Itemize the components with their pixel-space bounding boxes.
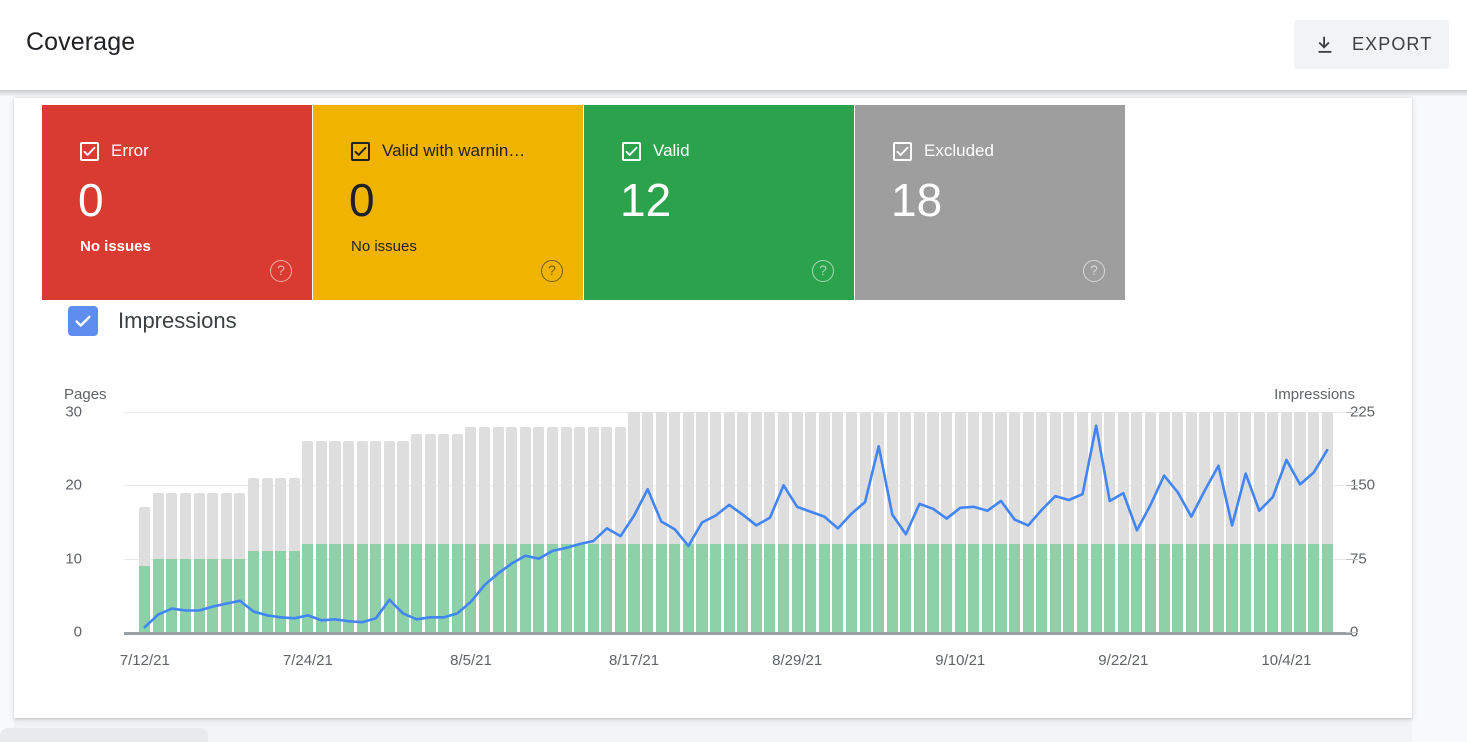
status-card-label: Valid [653,141,690,160]
app-root: Coverage EXPORT Error 0 No issues? Valid wi… [0,0,1467,742]
y-tick-left: 20 [65,476,82,494]
status-card-label: Error [111,141,149,160]
status-card-sublabel: No issues [80,238,151,255]
x-tick-label: 7/24/21 [282,652,333,669]
impressions-line [138,412,1334,632]
status-card-label: Excluded [924,141,994,160]
tick-mark [1346,412,1358,413]
export-button-label: EXPORT [1352,34,1433,54]
status-card-header: Error [80,141,149,161]
impressions-toggle-label: Impressions [118,308,237,333]
y-axis-title-right: Impressions [1274,386,1355,403]
page-title: Coverage [26,28,136,56]
status-card-valid[interactable]: Valid 12? [584,105,854,300]
coverage-panel: Error 0 No issues? Valid with warnin… 0 No is… [14,98,1412,718]
impressions-checkbox[interactable] [68,306,98,336]
x-axis-labels: 7/12/21 7/24/21 8/5/21 8/17/21 8/29/21 9/10/2… [14,652,1412,676]
check-icon [75,315,91,327]
x-tick-label: 8/5/21 [450,652,492,669]
help-icon[interactable]: ? [541,260,563,282]
tick-mark [1346,485,1358,487]
checkbox-checked-icon[interactable] [351,141,370,161]
page-header: Coverage EXPORT [0,0,1467,90]
status-card-row: Error 0 No issues? Valid with warnin… 0 No is… [42,105,1125,300]
help-icon[interactable]: ? [1083,260,1105,282]
bottom-chip[interactable] [0,728,208,742]
x-tick-label: 9/10/21 [935,652,986,669]
impressions-polyline [145,426,1327,627]
checkbox-checked-icon[interactable] [893,141,912,161]
impressions-toggle[interactable]: Impressions [68,306,237,336]
coverage-chart: Pages Impressions 0 10 20 30 0 75 150 225 7/12/… [14,360,1412,700]
tick-mark [1346,558,1358,560]
x-tick-label: 10/4/21 [1261,652,1312,669]
status-card-excluded[interactable]: Excluded 18? [855,105,1125,300]
axis-baseline [124,632,1351,635]
download-icon [1314,34,1336,56]
export-button[interactable]: EXPORT [1294,20,1449,69]
status-card-label: Valid with warnin… [382,141,526,160]
y-tick-left: 0 [73,623,82,641]
status-card-value: 0 [78,174,104,226]
y-axis-title-left: Pages [64,386,107,403]
status-card-header: Valid with warnin… [351,141,525,161]
right-gutter [1412,96,1467,742]
help-icon[interactable]: ? [812,260,834,282]
status-card-value: 18 [891,174,943,226]
x-tick-label: 7/12/21 [119,652,170,669]
status-card-header: Excluded [893,141,994,161]
status-card-sublabel: No issues [351,238,417,255]
status-card-value: 12 [620,174,672,226]
left-gutter [0,96,14,742]
status-card-error[interactable]: Error 0 No issues? [42,105,312,300]
x-tick-label: 8/17/21 [609,652,660,669]
x-tick-label: 9/22/21 [1098,652,1149,669]
y-tick-left: 10 [65,550,82,568]
status-card-valid-with-warnin[interactable]: Valid with warnin… 0 No issues? [313,105,583,300]
status-card-value: 0 [349,174,375,226]
y-tick-left: 30 [65,403,82,421]
checkbox-checked-icon[interactable] [80,141,99,161]
help-icon[interactable]: ? [270,260,292,282]
tick-mark [1346,632,1358,633]
checkbox-checked-icon[interactable] [622,141,641,161]
status-card-header: Valid [622,141,690,161]
x-tick-label: 8/29/21 [772,652,823,669]
